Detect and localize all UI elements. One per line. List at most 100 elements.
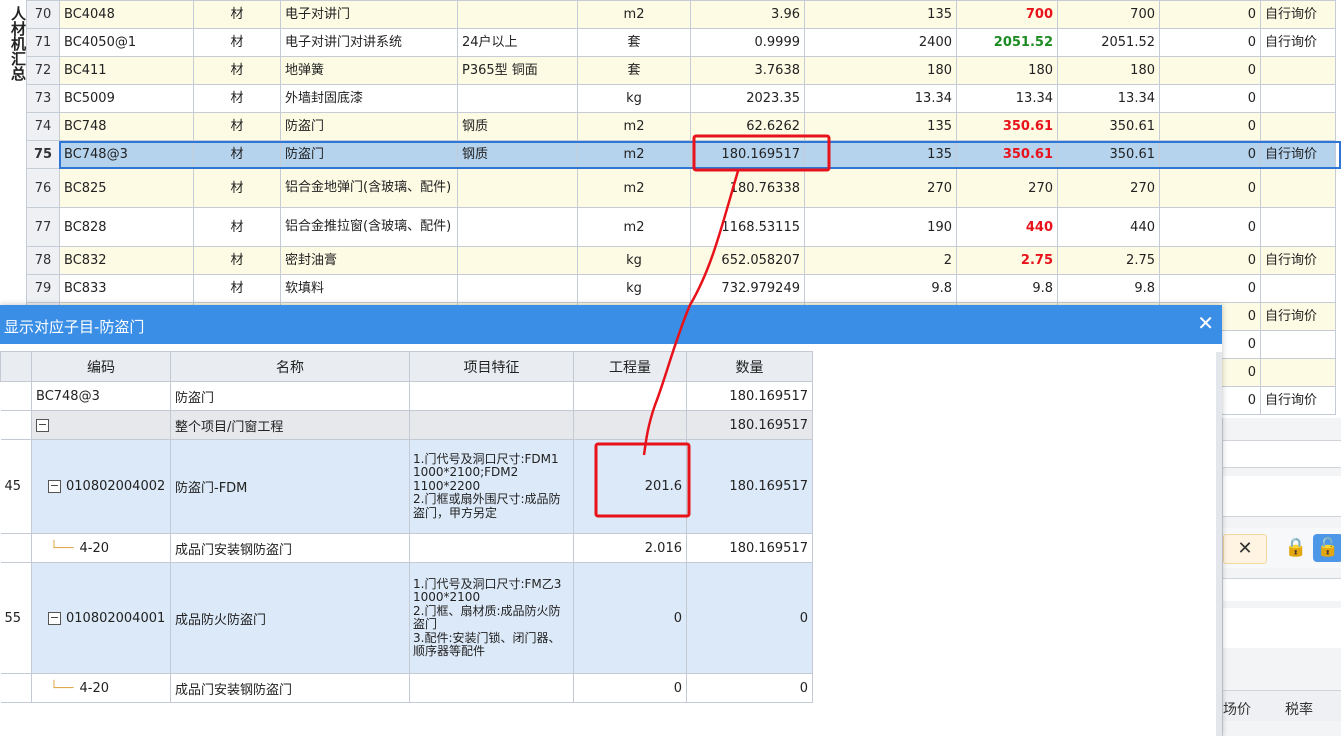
material-name[interactable]: 铝合金推拉窗(含玻璃、配件) (280, 207, 458, 247)
budget-price[interactable]: 9.8 (804, 274, 957, 303)
material-quantity[interactable]: 652.058207 (690, 246, 805, 275)
material-unit[interactable]: m2 (577, 140, 691, 169)
material-code[interactable]: BC748@3 (59, 140, 194, 169)
tax-included-price[interactable]: 440 (1057, 207, 1160, 247)
price-source[interactable]: 自行询价 (1260, 302, 1336, 331)
price-diff[interactable]: 0 (1159, 56, 1261, 85)
sub-item-name[interactable]: 整个项目/门窗工程 (170, 410, 410, 440)
material-name[interactable]: 地弹簧 (280, 56, 458, 85)
market-price[interactable]: 350.61 (956, 112, 1058, 141)
sub-item-quantity[interactable]: 0 (686, 562, 813, 674)
header-code[interactable]: 编码 (31, 351, 171, 382)
price-source[interactable]: 自行询价 (1260, 386, 1336, 415)
collapse-toggle-icon[interactable]: − (48, 480, 61, 493)
header-feature[interactable]: 项目特征 (409, 351, 574, 382)
sub-item-feature[interactable]: 1.门代号及洞口尺寸:FM乙3 1000*2100 2.门框、扇材质:成品防火防… (409, 562, 574, 674)
tax-included-price[interactable]: 270 (1057, 168, 1160, 208)
sub-item-code[interactable]: − (31, 410, 171, 440)
price-source[interactable] (1260, 56, 1336, 85)
material-type[interactable]: 材 (193, 28, 281, 57)
price-diff[interactable]: 0 (1159, 207, 1261, 247)
material-type[interactable]: 材 (193, 168, 281, 208)
tax-included-price[interactable]: 350.61 (1057, 112, 1160, 141)
material-name[interactable]: 防盗门 (280, 112, 458, 141)
sub-item-feature[interactable]: 1.门代号及洞口尺寸:FDM1 1000*2100;FDM2 1100*2200… (409, 439, 574, 534)
sub-item-code[interactable]: −010802004002 (31, 439, 171, 534)
dialog-title-bar[interactable]: 显示对应子目-防盗门 ✕ (0, 305, 1222, 344)
market-price[interactable]: 2051.52 (956, 28, 1058, 57)
market-price[interactable]: 700 (956, 0, 1058, 29)
dialog-scrollbar[interactable] (1216, 352, 1222, 736)
sub-item-row[interactable]: └── 4-20 成品门安装钢防盗门 0 0 (0, 673, 813, 703)
material-name[interactable]: 外墙封固底漆 (280, 84, 458, 113)
material-unit[interactable]: 套 (577, 28, 691, 57)
material-type[interactable]: 材 (193, 274, 281, 303)
price-source[interactable] (1260, 330, 1336, 359)
market-price[interactable]: 2.75 (956, 246, 1058, 275)
budget-price[interactable]: 2400 (804, 28, 957, 57)
material-spec[interactable]: 钢质 (457, 140, 578, 169)
material-unit[interactable]: kg (577, 246, 691, 275)
material-unit[interactable]: 套 (577, 56, 691, 85)
material-type[interactable]: 材 (193, 84, 281, 113)
price-diff[interactable]: 0 (1159, 140, 1261, 169)
material-code[interactable]: BC748 (59, 112, 194, 141)
sub-item-feature[interactable] (409, 410, 574, 440)
price-source[interactable] (1260, 274, 1336, 303)
price-source[interactable] (1260, 168, 1336, 208)
sub-item-row[interactable]: 45−010802004002 防盗门-FDM 1.门代号及洞口尺寸:FDM1 10… (0, 439, 813, 534)
budget-price[interactable]: 190 (804, 207, 957, 247)
tax-included-price[interactable]: 2.75 (1057, 246, 1160, 275)
row-index[interactable]: 76 (26, 168, 60, 208)
sub-item-feature[interactable] (409, 673, 574, 703)
material-code[interactable]: BC825 (59, 168, 194, 208)
sub-item-feature[interactable] (409, 381, 574, 411)
budget-price[interactable]: 13.34 (804, 84, 957, 113)
material-name[interactable]: 软填料 (280, 274, 458, 303)
price-diff[interactable]: 0 (1159, 28, 1261, 57)
collapse-toggle-icon[interactable]: − (48, 611, 61, 625)
material-unit[interactable]: m2 (577, 112, 691, 141)
market-price[interactable]: 350.61 (956, 140, 1058, 169)
material-unit[interactable]: kg (577, 274, 691, 303)
sub-item-row[interactable]: └── 4-20 成品门安装钢防盗门 2.016 180.169517 (0, 533, 813, 563)
material-spec[interactable]: P365型 铜面 (457, 56, 578, 85)
budget-price[interactable]: 2 (804, 246, 957, 275)
budget-price[interactable]: 270 (804, 168, 957, 208)
row-index[interactable]: 78 (26, 246, 60, 275)
market-price[interactable]: 180 (956, 56, 1058, 85)
market-price[interactable]: 270 (956, 168, 1058, 208)
material-unit[interactable]: m2 (577, 168, 691, 208)
tax-included-price[interactable]: 13.34 (1057, 84, 1160, 113)
sub-item-row[interactable]: 55−010802004001 成品防火防盗门 1.门代号及洞口尺寸:FM乙3 10… (0, 562, 813, 674)
sub-item-name[interactable]: 成品防火防盗门 (170, 562, 410, 674)
material-row[interactable]: 75 BC748@3 材防盗门 钢质 m2 180.169517 135 350.61 350.… (26, 140, 1336, 169)
material-row[interactable]: 77 BC828 材铝合金推拉窗(含玻璃、配件) m2 1168.53115 190 440… (26, 207, 1336, 247)
price-source[interactable] (1260, 112, 1336, 141)
sub-item-work-quantity[interactable]: 0 (573, 562, 687, 674)
price-diff[interactable]: 0 (1159, 84, 1261, 113)
row-index[interactable]: 77 (26, 207, 60, 247)
material-code[interactable]: BC411 (59, 56, 194, 85)
tax-included-price[interactable]: 180 (1057, 56, 1160, 85)
price-source[interactable]: 自行询价 (1260, 0, 1336, 29)
sub-item-name[interactable]: 成品门安装钢防盗门 (170, 533, 410, 563)
material-type[interactable]: 材 (193, 207, 281, 247)
material-type[interactable]: 材 (193, 0, 281, 29)
price-source[interactable] (1260, 84, 1336, 113)
row-index[interactable]: 73 (26, 84, 60, 113)
tax-included-price[interactable]: 9.8 (1057, 274, 1160, 303)
material-type[interactable]: 材 (193, 56, 281, 85)
sub-item-code[interactable]: └── 4-20 (31, 673, 171, 703)
header-tax-rate[interactable]: 税率 (1285, 699, 1313, 719)
material-code[interactable]: BC5009 (59, 84, 194, 113)
sub-item-quantity[interactable]: 180.169517 (686, 439, 813, 534)
material-quantity[interactable]: 2023.35 (690, 84, 805, 113)
tax-included-price[interactable]: 2051.52 (1057, 28, 1160, 57)
material-spec[interactable] (457, 246, 578, 275)
price-diff[interactable]: 0 (1159, 168, 1261, 208)
sub-item-row[interactable]: BC748@3 防盗门 180.169517 (0, 381, 813, 411)
material-quantity[interactable]: 3.96 (690, 0, 805, 29)
sub-item-code[interactable]: BC748@3 (31, 381, 171, 411)
sub-item-feature[interactable] (409, 533, 574, 563)
